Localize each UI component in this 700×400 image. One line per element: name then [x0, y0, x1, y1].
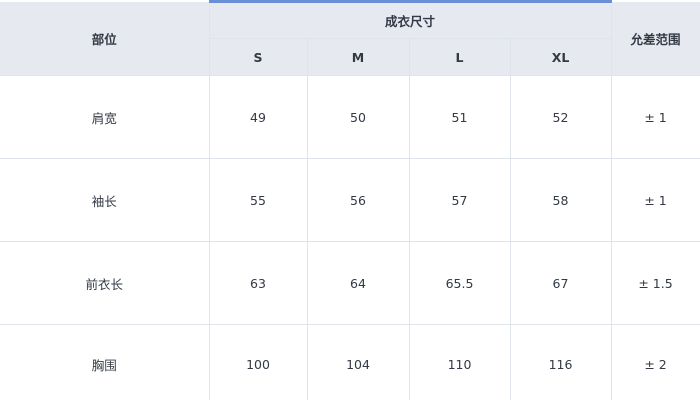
value-cell: 64: [306, 241, 410, 325]
header-tolerance: 允差范围: [610, 1, 700, 76]
header-part: 部位: [0, 1, 210, 76]
tolerance-cell: ± 1.5: [610, 241, 700, 325]
table-row: 肩宽 49 50 51 52 ± 1: [0, 75, 700, 159]
value-cell: 58: [509, 158, 612, 242]
size-chart-table: 部位 成衣尺寸 允差范围 S M L XL 肩宽 49 50 51 52 ± 1…: [0, 0, 700, 400]
value-cell: 110: [408, 324, 511, 400]
value-cell: 116: [509, 324, 612, 400]
value-cell: 55: [208, 158, 308, 242]
value-cell: 104: [306, 324, 410, 400]
tolerance-cell: ± 2: [610, 324, 700, 400]
value-cell: 65.5: [408, 241, 511, 325]
table-row: 前衣长 63 64 65.5 67 ± 1.5: [0, 241, 700, 325]
value-cell: 100: [208, 324, 308, 400]
header-size-m: M: [306, 38, 410, 76]
part-cell: 袖长: [0, 158, 210, 242]
header-size-xl: XL: [509, 38, 612, 76]
value-cell: 50: [306, 75, 410, 159]
value-cell: 63: [208, 241, 308, 325]
value-cell: 51: [408, 75, 511, 159]
header-size-l: L: [408, 38, 511, 76]
value-cell: 57: [408, 158, 511, 242]
header-garment-size: 成衣尺寸: [208, 0, 612, 39]
part-cell: 胸围: [0, 324, 210, 400]
part-cell: 前衣长: [0, 241, 210, 325]
value-cell: 52: [509, 75, 612, 159]
value-cell: 67: [509, 241, 612, 325]
value-cell: 49: [208, 75, 308, 159]
table-row: 袖长 55 56 57 58 ± 1: [0, 158, 700, 242]
table-row: 胸围 100 104 110 116 ± 2: [0, 324, 700, 400]
header-row-1: 部位 成衣尺寸 允差范围: [0, 0, 700, 76]
part-cell: 肩宽: [0, 75, 210, 159]
header-size-s: S: [209, 38, 308, 76]
tolerance-cell: ± 1: [610, 75, 700, 159]
value-cell: 56: [306, 158, 410, 242]
tolerance-cell: ± 1: [610, 158, 700, 242]
